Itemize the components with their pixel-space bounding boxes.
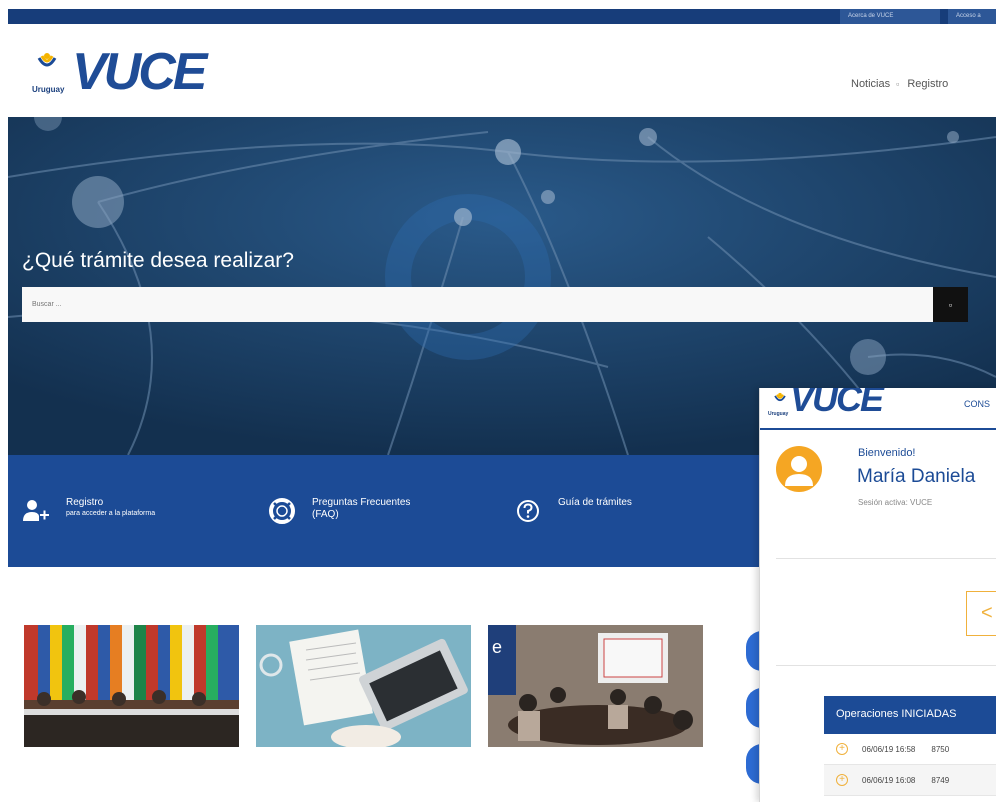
operations-rows: + 06/06/19 16:58 8750 + 06/06/19 16:08 8…: [824, 734, 996, 796]
feature-title: Guía de trámites: [558, 497, 632, 508]
operations-table: Operaciones INICIADAS + 06/06/19 16:58 8…: [824, 696, 996, 796]
sun-emblem-icon: [37, 53, 57, 67]
logo-text[interactable]: VUCE: [790, 388, 884, 420]
user-icon: [785, 456, 813, 486]
share-button[interactable]: <: [966, 591, 996, 636]
search-input[interactable]: [22, 287, 933, 322]
operation-id: 8749: [931, 775, 950, 785]
svg-text:e: e: [492, 637, 502, 657]
top-bar: Acerca de VUCE Acceso a: [8, 9, 996, 24]
avatar[interactable]: [776, 446, 822, 492]
operation-date: 06/06/19 16:08: [862, 775, 916, 785]
logo-text: VUCE: [72, 43, 207, 101]
expand-icon[interactable]: +: [836, 743, 848, 755]
about-link[interactable]: Acerca de VUCE: [840, 9, 940, 24]
operation-date: 06/06/19 16:58: [862, 744, 916, 754]
photo-desk-laptop[interactable]: [256, 625, 471, 747]
access-link[interactable]: Acceso a: [948, 9, 996, 24]
operation-id: 8750: [931, 744, 950, 754]
divider: [776, 558, 996, 559]
lifebuoy-icon: [269, 498, 295, 524]
panel-header: Uruguay VUCE CONS: [760, 388, 996, 430]
welcome-text: Bienvenido!: [858, 447, 916, 459]
photo-meeting-room[interactable]: e: [488, 625, 703, 747]
logo-country: Uruguay: [768, 411, 789, 417]
site-header: Uruguay VUCE Noticias ▫ Registro: [8, 24, 996, 117]
photo-conference-flags[interactable]: [24, 625, 239, 747]
rss-icon: ▫: [896, 79, 900, 89]
divider: [776, 665, 996, 666]
share-icon: <: [981, 602, 993, 624]
main-nav: Noticias ▫ Registro: [851, 78, 954, 90]
feature-guia[interactable]: Guía de trámites: [514, 497, 632, 525]
session-status: Sesión activa: VUCE: [858, 498, 933, 507]
nav-registro[interactable]: Registro: [907, 78, 948, 90]
logo-country: Uruguay: [32, 85, 65, 94]
hero-title: ¿Qué trámite desea realizar?: [22, 249, 294, 272]
nav-noticias[interactable]: Noticias: [851, 78, 890, 90]
vuce-logo[interactable]: Uruguay VUCE: [30, 43, 230, 108]
table-row[interactable]: + 06/06/19 16:08 8749: [824, 765, 996, 796]
user-dashboard-panel: Uruguay VUCE CONS Bienvenido! María Dani…: [759, 388, 996, 802]
feature-subtitle: para acceder a la plataforma: [66, 510, 156, 517]
feature-faq[interactable]: Preguntas Frecuentes (FAQ): [268, 497, 410, 525]
sun-emblem-icon: [774, 392, 786, 402]
feature-title: Registro: [66, 497, 104, 508]
search-button[interactable]: ▫: [933, 287, 968, 322]
user-add-icon: [23, 500, 49, 521]
nav-consultas[interactable]: CONS: [964, 399, 990, 409]
table-row[interactable]: + 06/06/19 16:58 8750: [824, 734, 996, 765]
feature-subtitle: (FAQ): [312, 509, 339, 520]
user-name: María Daniela: [857, 466, 976, 487]
feature-registro[interactable]: Registro para acceder a la plataforma: [22, 497, 155, 525]
search-icon: ▫: [948, 299, 953, 310]
question-circle-icon: [517, 500, 539, 522]
expand-icon[interactable]: +: [836, 774, 848, 786]
operations-title: Operaciones INICIADAS: [824, 696, 996, 734]
feature-title: Preguntas Frecuentes: [312, 497, 411, 508]
